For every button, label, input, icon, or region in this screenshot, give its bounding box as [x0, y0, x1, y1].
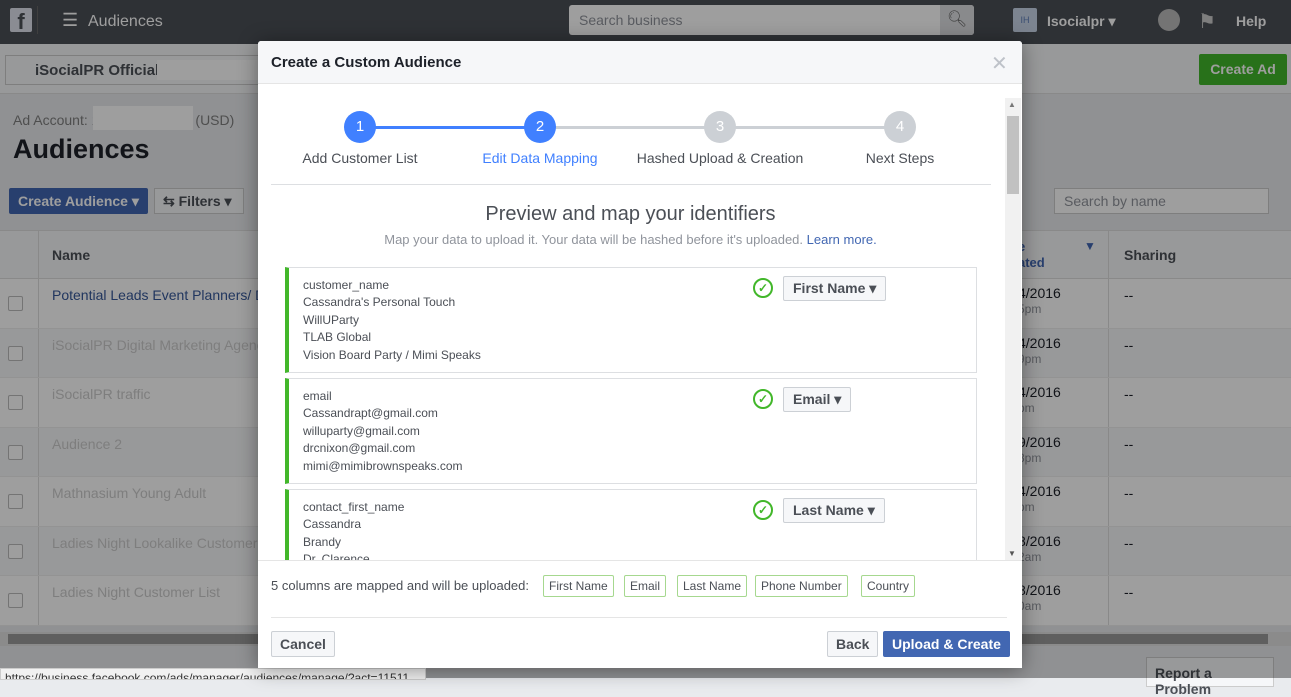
mapped-column-tag: Last Name: [677, 575, 748, 597]
sample-value: Cassandra's Personal Touch: [303, 295, 456, 310]
back-button[interactable]: Back: [827, 631, 879, 657]
learn-more-link[interactable]: Learn more.: [807, 232, 877, 247]
sample-value: Cassandrapt@gmail.com: [303, 406, 438, 421]
dialog-header: Create a Custom Audience ✕: [258, 41, 1022, 84]
upload-create-button[interactable]: Upload & Create: [883, 631, 1010, 657]
dialog-title: Create a Custom Audience: [271, 54, 462, 71]
step-1-label: Add Customer List: [302, 150, 418, 166]
dialog-footer: 5 columns are mapped and will be uploade…: [258, 560, 1022, 668]
step-2-label: Edit Data Mapping: [482, 150, 598, 166]
caret-down-icon: ▾: [869, 280, 877, 296]
identifier-value: First Name: [793, 280, 866, 296]
sample-value: mimi@mimibrownspeaks.com: [303, 458, 463, 473]
identifier-value: Email: [793, 391, 831, 407]
check-circle-icon: ✓: [753, 389, 773, 409]
identifier-dropdown[interactable]: Email ▾: [783, 387, 852, 412]
cancel-button[interactable]: Cancel: [271, 631, 335, 657]
step-2-circle: 2: [524, 111, 556, 143]
check-circle-icon: ✓: [753, 278, 773, 298]
sample-value: WillUParty: [303, 312, 359, 327]
mapped-column-tag: Email: [624, 575, 667, 597]
column-mapping-list: customer_name Cassandra's Personal Touch W…: [258, 267, 1003, 560]
step-4-label: Next Steps: [865, 150, 935, 166]
section-subtitle: Map your data to upload it. Your data wi…: [384, 232, 877, 247]
sample-value: Brandy: [303, 534, 342, 549]
caret-down-icon: ▾: [834, 391, 842, 407]
caret-down-icon: ▾: [867, 502, 875, 518]
sample-value: Cassandra: [303, 517, 362, 532]
column-header: customer_name: [303, 278, 390, 292]
step-connector: [720, 126, 900, 129]
mapping-card: email Cassandrapt@gmail.com willuparty@gma…: [285, 378, 977, 484]
step-1-circle: 1: [344, 111, 376, 143]
column-header: email: [303, 389, 332, 403]
mapped-column-tag: First Name: [543, 575, 614, 597]
sample-value: TLAB Global: [303, 330, 372, 345]
sample-value: willuparty@gmail.com: [303, 423, 420, 438]
step-3-label: Hashed Upload & Creation: [636, 150, 804, 166]
step-connector: [540, 126, 720, 129]
sample-value: Vision Board Party / Mimi Speaks: [303, 347, 481, 362]
close-icon[interactable]: ✕: [991, 51, 1008, 76]
sample-value: Dr. Clarence: [303, 552, 370, 560]
vertical-scrollbar[interactable]: ▲ ▼: [1005, 98, 1021, 560]
sample-value: drcnixon@gmail.com: [303, 441, 416, 456]
mapped-column-tag: Country: [861, 575, 916, 597]
check-circle-icon: ✓: [753, 500, 773, 520]
status-bar-url: https://business.facebook.com/ads/manage…: [0, 668, 426, 680]
mapped-summary: 5 columns are mapped and will be uploade…: [271, 578, 530, 593]
create-custom-audience-dialog: Create a Custom Audience ✕ ▲ ▼ 1 Add Custo…: [258, 41, 1022, 668]
step-4-circle: 4: [884, 111, 916, 143]
identifier-value: Last Name: [793, 502, 864, 518]
mapping-card: contact_first_name Cassandra Brandy Dr. Cla…: [285, 489, 977, 560]
mapping-card: customer_name Cassandra's Personal Touch W…: [285, 267, 977, 373]
identifier-dropdown[interactable]: First Name ▾: [783, 276, 887, 301]
divider: [271, 184, 991, 185]
step-connector: [360, 126, 540, 129]
step-3-circle: 3: [704, 111, 736, 143]
column-header: contact_first_name: [303, 500, 405, 514]
section-heading: Preview and map your identifiers: [485, 203, 776, 225]
identifier-dropdown[interactable]: Last Name ▾: [783, 498, 885, 523]
mapped-column-tag: Phone Number: [755, 575, 848, 597]
